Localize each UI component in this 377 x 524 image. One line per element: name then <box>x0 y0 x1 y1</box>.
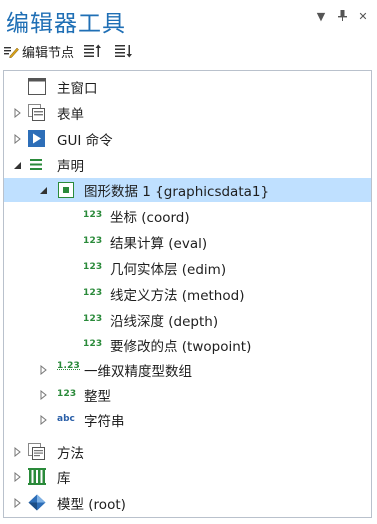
integer-badge-icon: 123 <box>83 339 103 349</box>
double-array-badge-icon: 1.23 <box>57 361 81 371</box>
dropdown-arrow-icon[interactable]: ▼ <box>315 10 327 24</box>
tree-item-edim[interactable]: 123 几何实体层 (edim) <box>4 256 371 280</box>
expand-arrow-icon[interactable] <box>38 365 48 375</box>
integer-badge-icon: 123 <box>83 314 103 324</box>
expand-arrow-icon[interactable] <box>38 415 48 425</box>
edit-pencil-icon <box>4 47 19 58</box>
collapse-arrow-icon[interactable] <box>38 185 48 195</box>
graphics-data-icon <box>58 182 74 198</box>
tree-item-label: 模型 (root) <box>57 497 126 513</box>
edit-node-button[interactable]: 编辑节点 <box>4 42 74 61</box>
expand-arrow-icon[interactable] <box>38 390 48 400</box>
tree-item-label: 表单 <box>57 107 84 123</box>
expand-arrow-icon[interactable] <box>12 498 22 508</box>
integer-badge-icon: 123 <box>83 288 103 298</box>
window-controls: ▼ ✕ <box>315 10 369 24</box>
string-badge-icon: abc <box>57 414 75 424</box>
integer-badge-icon: 123 <box>83 262 103 272</box>
tree-item-label: 图形数据 1 {graphicsdata1} <box>84 184 270 200</box>
expand-arrow-icon[interactable] <box>12 472 22 482</box>
tree-item-model-root[interactable]: 模型 (root) <box>4 491 371 515</box>
tree-item-string[interactable]: abc 字符串 <box>4 408 371 432</box>
integer-badge-icon: 123 <box>83 210 103 220</box>
toolbar: 编辑节点 <box>4 40 146 62</box>
tree-item-label: 线定义方法 (method) <box>110 288 245 304</box>
panel-header: 编辑器工具 ▼ ✕ <box>0 0 377 38</box>
tree-item-label: 要修改的点 (twopoint) <box>110 339 252 355</box>
command-play-icon <box>28 130 45 147</box>
tree-item-forms[interactable]: 表单 <box>4 101 371 125</box>
integer-badge-icon: 123 <box>57 389 77 399</box>
move-down-button[interactable] <box>115 44 136 58</box>
collapse-arrow-icon[interactable] <box>12 160 22 170</box>
model-tree[interactable]: 主窗口 表单 GUI 命令 声明 图形数据 1 {graphicsdata1} … <box>3 70 372 518</box>
declarations-icon <box>30 158 44 171</box>
model-diamond-icon <box>28 494 46 511</box>
library-icon <box>28 468 46 485</box>
edit-node-label: 编辑节点 <box>22 45 75 61</box>
expand-arrow-icon[interactable] <box>12 134 22 144</box>
tree-item-label: 沿线深度 (depth) <box>110 314 219 330</box>
close-icon[interactable]: ✕ <box>357 10 369 24</box>
tree-item-twopoint[interactable]: 123 要修改的点 (twopoint) <box>4 333 371 357</box>
tree-item-depth[interactable]: 123 沿线深度 (depth) <box>4 308 371 332</box>
tree-item-label: 结果计算 (eval) <box>110 236 208 252</box>
tree-item-label: 字符串 <box>84 414 125 430</box>
tree-item-label: 一维双精度型数组 <box>84 364 192 380</box>
forms-icon <box>28 104 46 121</box>
tree-item-eval[interactable]: 123 结果计算 (eval) <box>4 230 371 254</box>
tree-item-gui-commands[interactable]: GUI 命令 <box>4 127 371 151</box>
tree-item-libraries[interactable]: 库 <box>4 465 371 489</box>
pin-icon[interactable] <box>336 10 348 24</box>
tree-item-integer[interactable]: 123 整型 <box>4 383 371 407</box>
tree-item-declarations[interactable]: 声明 <box>4 153 371 177</box>
window-icon <box>28 78 46 95</box>
tree-item-label: 整型 <box>84 389 111 405</box>
tree-item-main-window[interactable]: 主窗口 <box>4 75 371 99</box>
move-up-button[interactable] <box>84 44 105 58</box>
integer-badge-icon: 123 <box>83 236 103 246</box>
tree-item-graphics-data[interactable]: 图形数据 1 {graphicsdata1} <box>4 178 371 202</box>
tree-item-label: 主窗口 <box>57 81 98 97</box>
panel-title: 编辑器工具 <box>6 11 126 37</box>
tree-item-label: GUI 命令 <box>57 133 113 149</box>
tree-item-label: 库 <box>57 471 71 487</box>
tree-item-label: 声明 <box>57 159 84 175</box>
tree-item-label: 几何实体层 (edim) <box>110 262 227 278</box>
tree-item-label: 坐标 (coord) <box>110 210 190 226</box>
tree-item-double-array[interactable]: 1.23 一维双精度型数组 <box>4 358 371 382</box>
methods-icon <box>28 443 46 460</box>
tree-item-method[interactable]: 123 线定义方法 (method) <box>4 282 371 306</box>
tree-item-methods[interactable]: 方法 <box>4 440 371 464</box>
tree-item-coord[interactable]: 123 坐标 (coord) <box>4 204 371 228</box>
tree-item-label: 方法 <box>57 446 84 462</box>
move-up-icon <box>84 44 102 57</box>
expand-arrow-icon[interactable] <box>12 108 22 118</box>
move-down-icon <box>115 45 133 58</box>
expand-arrow-icon[interactable] <box>12 447 22 457</box>
